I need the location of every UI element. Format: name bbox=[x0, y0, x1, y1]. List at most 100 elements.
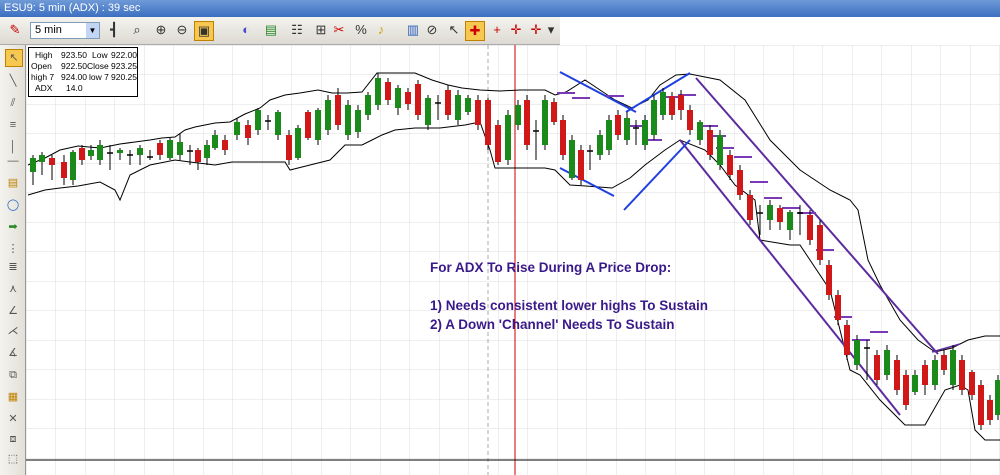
high-value: 923.50 bbox=[61, 50, 87, 60]
candle-up bbox=[697, 122, 703, 140]
crosshair-icon[interactable]: ✚ bbox=[465, 21, 485, 41]
candle-up bbox=[345, 105, 351, 135]
candle-down bbox=[385, 82, 391, 100]
select-tool-icon[interactable]: ⬚ bbox=[5, 451, 21, 467]
candle-down bbox=[941, 355, 947, 370]
candle-down bbox=[615, 115, 621, 135]
grid-icon[interactable]: ⊞ bbox=[312, 21, 330, 39]
candle-down bbox=[678, 95, 684, 110]
bar-style-icon[interactable]: ┫ bbox=[105, 21, 123, 39]
percent-icon[interactable]: % bbox=[352, 21, 370, 39]
candle-up bbox=[787, 212, 793, 230]
low-value: 922.00 bbox=[111, 50, 137, 60]
annotation-title: For ADX To Rise During A Price Drop: bbox=[430, 260, 672, 275]
candle-down bbox=[903, 375, 909, 405]
candle-up bbox=[767, 205, 773, 220]
zoom-in-icon[interactable]: ⊕ bbox=[152, 21, 170, 39]
zoom-icon[interactable]: ⌕ bbox=[128, 21, 146, 39]
candle-up bbox=[932, 360, 938, 385]
candle-up bbox=[88, 150, 94, 156]
save-icon[interactable]: ▥ bbox=[404, 21, 422, 39]
candle-down bbox=[727, 155, 733, 175]
candle-down bbox=[747, 195, 753, 220]
layers-tool-icon[interactable]: ⧈ bbox=[5, 431, 21, 447]
candle-up bbox=[455, 95, 461, 120]
cut-icon[interactable]: ✂ bbox=[330, 21, 348, 39]
dot-marker-icon[interactable]: ✛ bbox=[527, 21, 545, 39]
fib-tool-icon[interactable]: ≡ bbox=[5, 117, 21, 133]
line-tool-icon[interactable]: ╲ bbox=[5, 73, 21, 89]
candle-down bbox=[835, 295, 841, 320]
info-box: High 923.50 Low 922.00 Open 922.50 Close… bbox=[28, 47, 138, 97]
interval-select[interactable]: 5 min ▼ bbox=[30, 22, 100, 39]
speed-tool-icon[interactable]: ∠ bbox=[5, 303, 21, 319]
target-icon[interactable]: + bbox=[488, 21, 506, 39]
candle-down bbox=[524, 100, 530, 145]
fan-tool-icon[interactable]: ⋏ bbox=[5, 281, 21, 297]
candle-down bbox=[777, 208, 783, 222]
andrews-tool-icon[interactable]: ∡ bbox=[5, 345, 21, 361]
drawing-toolbar: ↖ ╲ ⫽ ≡ │ — ▤ ◯ ➡ ⋮ ≣ ⋏ ∠ ⋌ ∡ ⧉ ▦ ✕ ⧈ ⬚ bbox=[0, 45, 26, 475]
candle-up bbox=[97, 145, 103, 160]
pointer-tool-icon[interactable]: ↖ bbox=[5, 49, 23, 67]
high7-value: 924.00 bbox=[61, 72, 87, 82]
toolbar-overflow-icon[interactable]: ▾ bbox=[545, 21, 557, 39]
candle-down bbox=[415, 84, 421, 115]
candle-up bbox=[315, 110, 321, 140]
open-value: 922.50 bbox=[61, 61, 87, 71]
candle-down bbox=[959, 360, 965, 390]
pointer-icon[interactable]: ↖ bbox=[445, 21, 463, 39]
candle-down bbox=[969, 372, 975, 395]
candle-down bbox=[894, 360, 900, 390]
candle-up bbox=[854, 340, 860, 365]
annotation-line-2: 2) A Down 'Channel' Needs To Sustain bbox=[430, 317, 675, 332]
candle-up bbox=[642, 120, 648, 145]
copy-tool-icon[interactable]: ⧉ bbox=[5, 367, 21, 383]
candle-up bbox=[275, 112, 281, 135]
candle-down bbox=[687, 110, 693, 130]
parallel-tool-icon[interactable]: ⫽ bbox=[5, 95, 21, 111]
pin-icon[interactable]: ✎ bbox=[6, 21, 24, 39]
link-icon[interactable]: ⊘ bbox=[423, 21, 441, 39]
candle-up bbox=[212, 135, 218, 148]
delete-tool-icon[interactable]: ✕ bbox=[5, 411, 21, 427]
arrow-tool-icon[interactable]: ➡ bbox=[5, 219, 21, 235]
bell-icon[interactable]: ♪ bbox=[372, 21, 390, 39]
candle-up bbox=[295, 128, 301, 158]
layout-icon[interactable]: ☷ bbox=[288, 21, 306, 39]
lock-icon[interactable]: ▣ bbox=[194, 21, 214, 41]
marker-icon[interactable]: ✛ bbox=[507, 21, 525, 39]
window-title: ESU9: 5 min (ADX) : 39 sec bbox=[0, 0, 1000, 17]
candle-up bbox=[365, 95, 371, 115]
note-tool-icon[interactable]: ▦ bbox=[5, 389, 21, 405]
candle-down bbox=[551, 102, 557, 122]
candle-up bbox=[355, 110, 361, 132]
candle-down bbox=[305, 112, 311, 138]
candle-up bbox=[465, 98, 471, 112]
wave-tool-icon[interactable]: ≣ bbox=[5, 259, 21, 275]
color-icon[interactable]: ▤ bbox=[262, 21, 280, 39]
candle-down bbox=[922, 365, 928, 385]
candle-up bbox=[255, 110, 261, 130]
candle-up bbox=[204, 145, 210, 158]
low7-label: low 7 bbox=[89, 72, 109, 82]
interval-value: 5 min bbox=[35, 24, 62, 36]
candle-down bbox=[157, 143, 163, 155]
gann-tool-icon[interactable]: ⋮ bbox=[5, 241, 21, 257]
indicator-icon[interactable]: ◐ bbox=[237, 21, 255, 39]
candle-down bbox=[737, 170, 743, 195]
candle-down bbox=[245, 125, 251, 138]
high7-label: high 7 bbox=[31, 72, 55, 82]
candle-up bbox=[117, 150, 123, 153]
pitchfork-tool-icon[interactable]: ⋌ bbox=[5, 323, 21, 339]
ellipse-tool-icon[interactable]: ◯ bbox=[5, 197, 21, 213]
zoom-out-icon[interactable]: ⊖ bbox=[173, 21, 191, 39]
candle-down bbox=[844, 325, 850, 355]
high-label: High bbox=[35, 50, 53, 60]
candle-down bbox=[978, 385, 984, 425]
horizontal-line-tool-icon[interactable]: — bbox=[5, 153, 21, 169]
text-tool-icon[interactable]: ▤ bbox=[5, 175, 21, 191]
candle-up bbox=[30, 158, 36, 172]
candle-up bbox=[542, 100, 548, 145]
chevron-down-icon[interactable]: ▼ bbox=[86, 23, 99, 38]
